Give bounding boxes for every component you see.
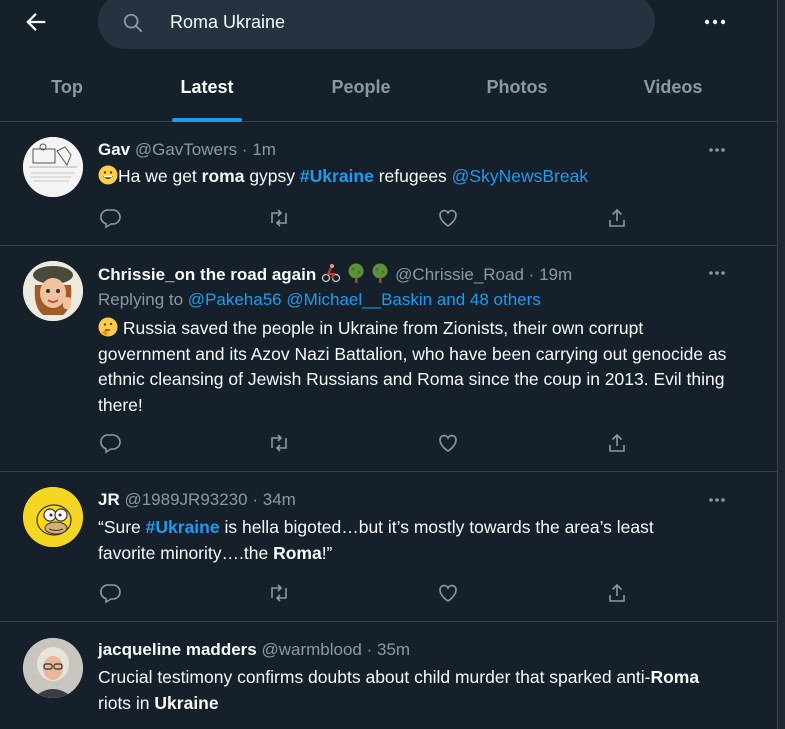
tweet-text: “Sure #Ukraine is hella bigoted…but it’s… xyxy=(98,515,708,566)
timestamp[interactable]: 1m xyxy=(252,140,276,159)
reply-icon[interactable] xyxy=(98,431,122,455)
text-segment: riots in xyxy=(98,692,155,713)
text-segment: Ha we get xyxy=(118,166,202,186)
tab-videos[interactable]: Videos xyxy=(628,60,718,122)
display-name[interactable]: Gav xyxy=(98,140,130,159)
avatar[interactable] xyxy=(23,137,83,197)
text-segment: refugees xyxy=(373,166,452,186)
share-icon[interactable] xyxy=(605,431,629,455)
handle[interactable]: @1989JR93230 xyxy=(124,490,247,509)
tweet-more-icon[interactable] xyxy=(702,263,732,283)
avatar[interactable] xyxy=(23,487,83,547)
tweet-text: Crucial testimony confirms doubts about … xyxy=(98,665,710,716)
retweet-icon[interactable] xyxy=(267,206,291,230)
hashtag-link[interactable]: #Ukraine xyxy=(146,517,220,537)
hashtag-link[interactable]: #Ukraine xyxy=(300,166,374,186)
tweet-header: jacqueline madders @warmblood · 35m xyxy=(98,640,410,660)
tab-label: Videos xyxy=(643,77,703,97)
separator: · xyxy=(241,140,248,159)
grinning-emoji-icon xyxy=(98,165,118,185)
search-icon xyxy=(122,12,144,39)
tweet-actions xyxy=(98,206,638,230)
timeline-column: Roma Ukraine Top Latest People Photos Vi… xyxy=(0,0,778,729)
tab-photos[interactable]: Photos xyxy=(472,60,562,122)
timestamp[interactable]: 35m xyxy=(377,640,410,659)
retweet-icon[interactable] xyxy=(267,581,291,605)
search-query[interactable]: Roma Ukraine xyxy=(170,12,285,33)
tweet-more-icon[interactable] xyxy=(702,140,732,160)
search-tabs: Top Latest People Photos Videos xyxy=(0,60,777,122)
like-icon[interactable] xyxy=(436,431,460,455)
tweet[interactable]: jacqueline madders @warmblood · 35m Cruc… xyxy=(0,622,777,729)
mention-link[interactable]: @SkyNewsBreak xyxy=(452,166,588,186)
search-input[interactable]: Roma Ukraine xyxy=(98,0,655,49)
replying-to: Replying to @Pakeha56 @Michael__Baskin a… xyxy=(98,290,541,310)
replying-to-link[interactable]: @Pakeha56 @Michael__Baskin and 48 others xyxy=(188,290,541,309)
handle[interactable]: @GavTowers xyxy=(135,140,237,159)
thinking-face-emoji-icon xyxy=(98,317,118,337)
tweet[interactable]: Gav @GavTowers · 1m Ha we get roma gypsy… xyxy=(0,122,777,246)
tweet-header: Gav @GavTowers · 1m xyxy=(98,140,276,160)
tab-label: Top xyxy=(51,77,83,97)
highlight-term: Roma xyxy=(273,542,322,563)
avatar[interactable] xyxy=(23,261,83,321)
tweet-header: Chrissie_on the road again @Chrissie_Roa… xyxy=(98,263,572,285)
tree-emoji-icon xyxy=(372,263,388,283)
person-biking-emoji-icon xyxy=(321,264,341,283)
tweet-text: Ha we get roma gypsy #Ukraine refugees @… xyxy=(98,164,728,190)
like-icon[interactable] xyxy=(436,206,460,230)
separator: · xyxy=(252,490,259,509)
back-arrow-icon[interactable] xyxy=(22,8,50,36)
tweet[interactable]: Chrissie_on the road again @Chrissie_Roa… xyxy=(0,246,777,472)
tab-label: Photos xyxy=(486,77,548,97)
tweet[interactable]: JR @1989JR93230 · 34m “Sure #Ukraine is … xyxy=(0,472,777,622)
like-icon[interactable] xyxy=(436,581,460,605)
timestamp[interactable]: 34m xyxy=(263,490,296,509)
timestamp[interactable]: 19m xyxy=(539,265,572,284)
tree-emoji-icon xyxy=(348,263,364,283)
reply-icon[interactable] xyxy=(98,206,122,230)
display-name[interactable]: Chrissie_on the road again xyxy=(98,265,316,284)
share-icon[interactable] xyxy=(605,206,629,230)
text-segment: !” xyxy=(321,542,333,563)
share-icon[interactable] xyxy=(605,581,629,605)
display-name[interactable]: JR xyxy=(98,490,120,509)
handle[interactable]: @Chrissie_Road xyxy=(395,265,524,284)
tab-label: People xyxy=(331,77,391,97)
scrollbar[interactable] xyxy=(778,0,785,729)
tweet-actions xyxy=(98,581,638,605)
replying-label: Replying to xyxy=(98,290,188,309)
tab-top[interactable]: Top xyxy=(22,60,112,122)
handle[interactable]: @warmblood xyxy=(261,640,361,659)
separator: · xyxy=(366,640,373,659)
text-segment: Russia saved the people in Ukraine from … xyxy=(98,318,727,415)
highlight-term: roma xyxy=(201,166,245,186)
avatar[interactable] xyxy=(23,638,83,698)
text-segment: Crucial testimony confirms doubts about … xyxy=(98,667,651,687)
tab-people[interactable]: People xyxy=(316,60,406,122)
tab-label: Latest xyxy=(180,77,234,97)
tweet-more-icon[interactable] xyxy=(702,490,732,510)
separator: · xyxy=(528,265,535,284)
display-name[interactable]: jacqueline madders xyxy=(98,640,257,659)
highlight-term: Roma xyxy=(650,667,700,687)
tweet-text: Russia saved the people in Ukraine from … xyxy=(98,316,728,418)
retweet-icon[interactable] xyxy=(267,431,291,455)
search-header: Roma Ukraine Top Latest People Photos Vi… xyxy=(0,0,777,122)
reply-icon[interactable] xyxy=(98,581,122,605)
tab-latest[interactable]: Latest xyxy=(162,60,252,122)
tweet-header: JR @1989JR93230 · 34m xyxy=(98,490,296,510)
highlight-term: Ukraine xyxy=(154,692,219,713)
text-segment: “Sure xyxy=(98,517,146,537)
tweet-actions xyxy=(98,431,638,455)
text-segment: gypsy xyxy=(244,166,300,186)
more-options-icon[interactable] xyxy=(700,10,730,34)
